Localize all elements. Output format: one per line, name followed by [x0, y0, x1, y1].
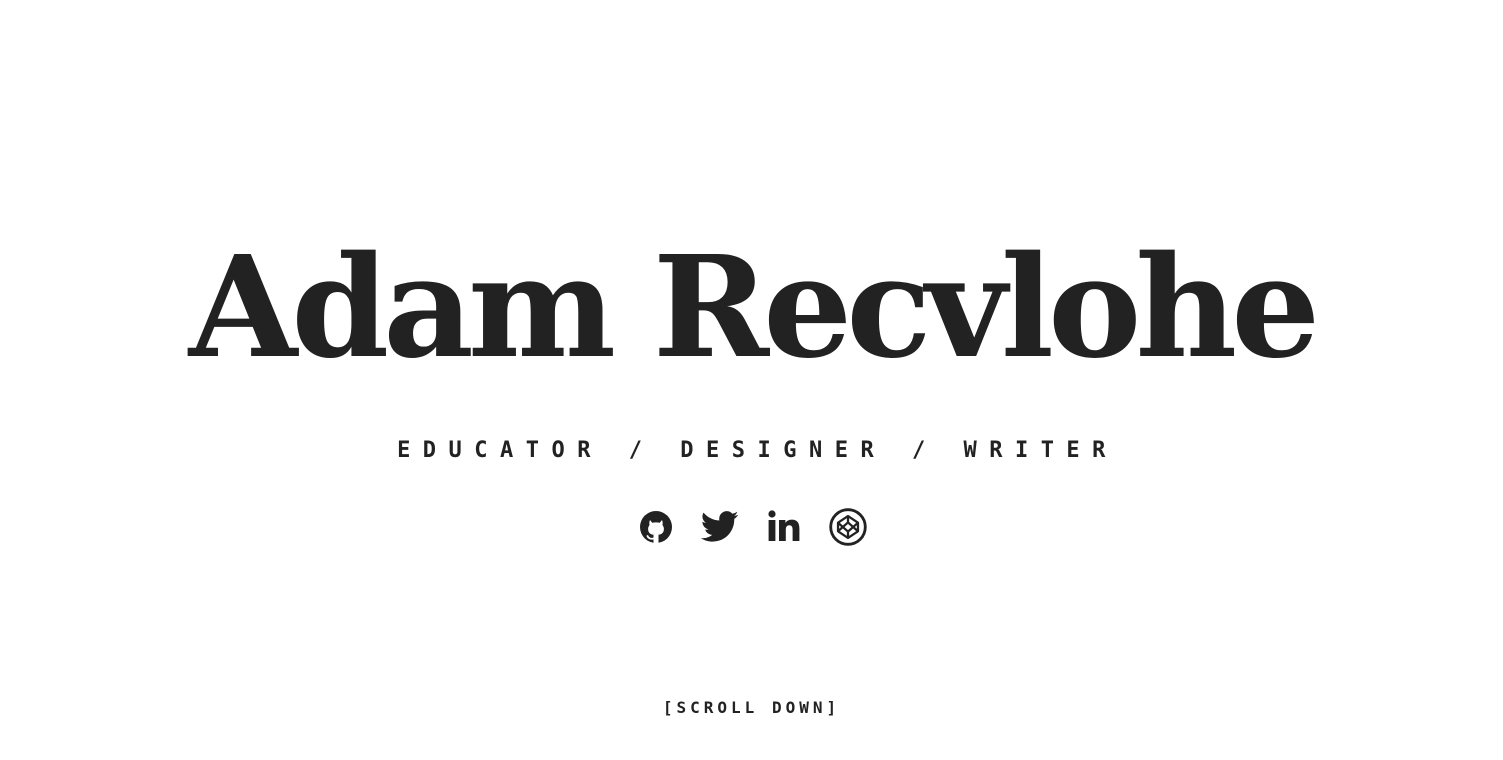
linkedin-icon — [767, 510, 799, 541]
scroll-down-link[interactable]: [SCROLL DOWN] — [0, 696, 1503, 720]
twitter-icon — [700, 511, 738, 542]
github-link[interactable] — [637, 506, 675, 548]
social-links — [0, 506, 1503, 548]
hero-section: Adam Recvlohe EDUCATOR / DESIGNER / WRIT… — [0, 0, 1503, 760]
codepen-icon — [828, 508, 867, 546]
linkedin-link[interactable] — [765, 506, 803, 548]
codepen-link[interactable] — [828, 506, 867, 548]
hero-name: Adam Recvlohe — [188, 226, 1321, 390]
hero-tagline: EDUCATOR / DESIGNER / WRITER — [397, 438, 1118, 463]
twitter-link[interactable] — [700, 506, 739, 548]
github-icon — [639, 511, 672, 544]
